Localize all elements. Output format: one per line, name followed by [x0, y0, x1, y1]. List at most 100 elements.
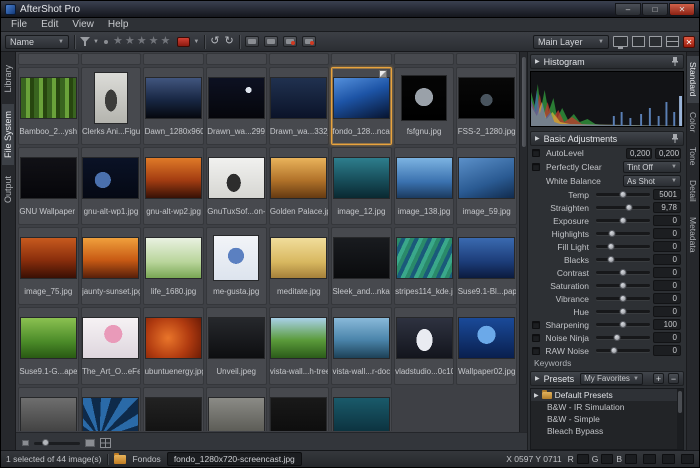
slider-knob[interactable]: [620, 269, 627, 276]
maximize-button[interactable]: □: [642, 3, 668, 16]
favorites-dropdown[interactable]: My Favorites ▼: [580, 373, 643, 385]
thumbnail-cell[interactable]: fsfgnu.jpg: [394, 67, 455, 145]
slider-knob[interactable]: [613, 334, 620, 341]
thumbnail-cell[interactable]: Clerks Ani...Figure.jpg: [81, 67, 142, 145]
thumbnail-image[interactable]: [208, 69, 265, 126]
preset-item-bleach-bypass[interactable]: Bleach Bypass: [531, 425, 683, 437]
star-icon[interactable]: ★: [137, 35, 149, 47]
thumbnail-image[interactable]: [83, 229, 140, 286]
perfectly-clear-checkbox[interactable]: [532, 163, 540, 171]
slider-raw-noise[interactable]: [596, 345, 650, 356]
slider-knob[interactable]: [607, 243, 614, 250]
thumbnail-image[interactable]: [208, 389, 265, 431]
single-view-icon[interactable]: [632, 36, 645, 47]
thumbnail-cell[interactable]: Suse9.1-Bl...papers.jpg: [456, 227, 517, 305]
thumbnail-image[interactable]: [333, 229, 390, 286]
thumbnail-cell[interactable]: Bamboo_2...ysha.jpg: [18, 67, 79, 145]
thumbnail-cell[interactable]: Unveil.jpeg: [206, 307, 267, 385]
thumbnail-image[interactable]: [83, 389, 140, 431]
thumbnail-image[interactable]: [333, 389, 390, 431]
slider-noise-ninja[interactable]: [596, 332, 650, 343]
thumbnail-image[interactable]: [145, 69, 202, 126]
thumbnail-image[interactable]: [145, 149, 202, 206]
white-balance-dropdown[interactable]: As Shot ▼: [623, 175, 681, 187]
thumbnail-cell[interactable]: gnu-alt-wp2.jpg: [143, 147, 204, 225]
thumbnail-cell[interactable]: image_138.jpg: [394, 147, 455, 225]
no-rating-icon[interactable]: [104, 40, 108, 44]
thumbnail-cell[interactable]: meditate.jpg: [269, 227, 330, 305]
expand-arrow-icon[interactable]: ▶: [535, 375, 540, 382]
thumbnail-cell[interactable]: Wallpaper02.jpg: [456, 307, 517, 385]
rotate-right-icon[interactable]: ↻: [225, 36, 234, 47]
checkbox-raw-noise[interactable]: [532, 347, 540, 355]
split-view-icon[interactable]: [649, 36, 662, 47]
thumbnail-image[interactable]: [20, 309, 77, 366]
star-icon[interactable]: ★: [113, 35, 125, 47]
slider-knob[interactable]: [620, 191, 627, 198]
thumbnail-image[interactable]: [83, 69, 140, 126]
thumbnail-cell[interactable]: life_1680.jpg: [143, 227, 204, 305]
thumbnail-image[interactable]: [458, 309, 515, 366]
value-contrast[interactable]: 0: [653, 267, 681, 278]
star-icon[interactable]: ★: [160, 35, 172, 47]
thumbnail-image[interactable]: [396, 229, 453, 286]
value-vibrance[interactable]: 0: [653, 293, 681, 304]
preset-item-b-w-simple[interactable]: B&W - Simple: [531, 413, 683, 425]
thumbnail-image[interactable]: [271, 309, 328, 366]
thumbnail-image[interactable]: [333, 309, 390, 366]
value-raw-noise[interactable]: 0: [653, 345, 681, 356]
thumbnail-cell[interactable]: Golden Palace.jpg: [269, 147, 330, 225]
slider-saturation[interactable]: [596, 280, 650, 291]
thumbnail-cell-partial[interactable]: [143, 387, 204, 431]
thumbnail-image[interactable]: [271, 229, 328, 286]
thumbnail-cell[interactable]: ubuntuenergy.jpg: [143, 307, 204, 385]
thumbnail-cell[interactable]: me-gusta.jpg: [206, 227, 267, 305]
scrollbar-thumb[interactable]: [521, 56, 527, 148]
thumbnail-cell-partial[interactable]: [81, 387, 142, 431]
panel-tab-detail[interactable]: Detail: [687, 174, 699, 208]
thumbnail-cell[interactable]: The_Art_O...eFear.jpg: [81, 307, 142, 385]
color-label-swatch[interactable]: [177, 37, 190, 47]
sort-dropdown[interactable]: Name ▼: [5, 35, 69, 49]
checkbox-sharpening[interactable]: [532, 321, 540, 329]
remove-preset-button[interactable]: −: [668, 373, 679, 384]
thumbnail-cell[interactable]: gnu-alt-wp1.jpg: [81, 147, 142, 225]
star-icon[interactable]: ★: [125, 35, 137, 47]
value-straighten[interactable]: 9,78: [653, 202, 681, 213]
thumbnail-image[interactable]: [458, 69, 515, 126]
close-view-icon[interactable]: ✕: [683, 36, 695, 48]
browser-scrollbar[interactable]: [519, 52, 527, 432]
thumbnail-image[interactable]: [208, 309, 265, 366]
large-thumbnails-icon[interactable]: [85, 439, 95, 447]
expand-arrow-icon[interactable]: ▶: [535, 135, 540, 142]
thumbnail-image[interactable]: [396, 149, 453, 206]
slider-knob[interactable]: [42, 439, 49, 446]
scrollbar-thumb[interactable]: [678, 391, 682, 413]
thumbnail-image[interactable]: [20, 229, 77, 286]
small-thumbnails-icon[interactable]: [22, 440, 29, 446]
slider-vibrance[interactable]: [596, 293, 650, 304]
thumbnail-cell[interactable]: image_75.jpg: [18, 227, 79, 305]
value-fill-light[interactable]: 0: [653, 241, 681, 252]
histogram-header[interactable]: ▶ Histogram: [530, 54, 684, 69]
menu-item-view[interactable]: View: [65, 18, 101, 31]
current-folder[interactable]: Fondos: [132, 454, 160, 464]
thumbnail-image[interactable]: [83, 309, 140, 366]
thumbnail-image[interactable]: [458, 149, 515, 206]
autolevel-value-1[interactable]: 0,200: [626, 148, 652, 159]
panel-tab-standard[interactable]: Standard: [687, 56, 699, 103]
preset-folder-default-presets[interactable]: ▶Default Presets: [531, 389, 683, 401]
slider-contrast[interactable]: [596, 267, 650, 278]
slider-knob[interactable]: [620, 217, 627, 224]
thumbnail-image[interactable]: [458, 229, 515, 286]
keywords-label[interactable]: Keywords: [530, 357, 684, 369]
value-temp[interactable]: 5001: [653, 189, 681, 200]
slider-knob[interactable]: [620, 295, 627, 302]
thumbnail-cell[interactable]: Suse9.1-G...apers.jpg: [18, 307, 79, 385]
thumbnail-cell[interactable]: Drawn_wa...332_.jpg: [269, 67, 330, 145]
value-hue[interactable]: 0: [653, 306, 681, 317]
thumbnail-size-slider[interactable]: [34, 438, 80, 448]
slider-knob[interactable]: [609, 230, 616, 237]
thumbnail-cell[interactable]: jaunty-sunset.jpg: [81, 227, 142, 305]
thumbnail-cell[interactable]: Dawn_1280x960.jpg: [143, 67, 204, 145]
